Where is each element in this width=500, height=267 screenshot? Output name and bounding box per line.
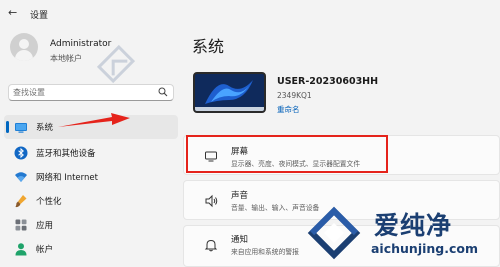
watermark-url: aichunjing.com — [371, 241, 479, 256]
sidebar-item-label: 系统 — [36, 123, 54, 133]
bell-icon — [204, 239, 218, 252]
device-name: USER-20230603HH — [277, 76, 379, 87]
watermark-text: 爱纯净 — [374, 211, 453, 240]
rename-link[interactable]: 重命名 — [277, 104, 300, 115]
search-icon[interactable] — [158, 87, 168, 97]
monitor-icon — [15, 123, 27, 133]
sidebar-item-label: 应用 — [36, 221, 54, 231]
apps-icon — [15, 219, 27, 231]
bluetooth-icon — [14, 146, 28, 160]
highlight-box — [186, 135, 388, 173]
card-title: 通知 — [231, 235, 249, 245]
page-title: 系统 — [192, 37, 225, 56]
sidebar-item-personalization[interactable]: 个性化 — [4, 189, 178, 213]
sidebar-item-accounts[interactable]: 帐户 — [4, 237, 178, 261]
device-model: 2349KQ1 — [277, 91, 312, 100]
sidebar-item-network[interactable]: 网络和 Internet — [4, 165, 178, 189]
sidebar-item-label: 网络和 Internet — [36, 173, 98, 183]
brush-icon — [15, 195, 27, 208]
sidebar-item-label: 帐户 — [36, 245, 54, 255]
card-description: 来自应用和系统的警报 — [231, 248, 299, 256]
sidebar-item-system[interactable]: 系统 — [4, 115, 178, 139]
account-type: 本地帐户 — [50, 54, 82, 63]
watermark-logo-faint — [96, 44, 136, 84]
speaker-icon — [205, 194, 218, 208]
desktop-wallpaper-thumbnail — [193, 72, 266, 113]
sidebar-item-label: 蓝牙和其他设备 — [36, 149, 96, 159]
sidebar-item-label: 个性化 — [36, 197, 62, 207]
sidebar-item-apps[interactable]: 应用 — [4, 213, 178, 237]
sidebar-item-bluetooth[interactable]: 蓝牙和其他设备 — [4, 141, 178, 165]
window-title: 设置 — [30, 11, 49, 21]
avatar[interactable] — [10, 33, 38, 61]
watermark-logo — [307, 206, 361, 260]
search-box[interactable] — [8, 84, 174, 101]
selection-indicator — [6, 121, 9, 133]
account-icon — [15, 243, 27, 256]
card-title: 声音 — [231, 191, 249, 201]
back-button[interactable]: ← — [8, 6, 17, 19]
wifi-icon — [15, 172, 27, 182]
